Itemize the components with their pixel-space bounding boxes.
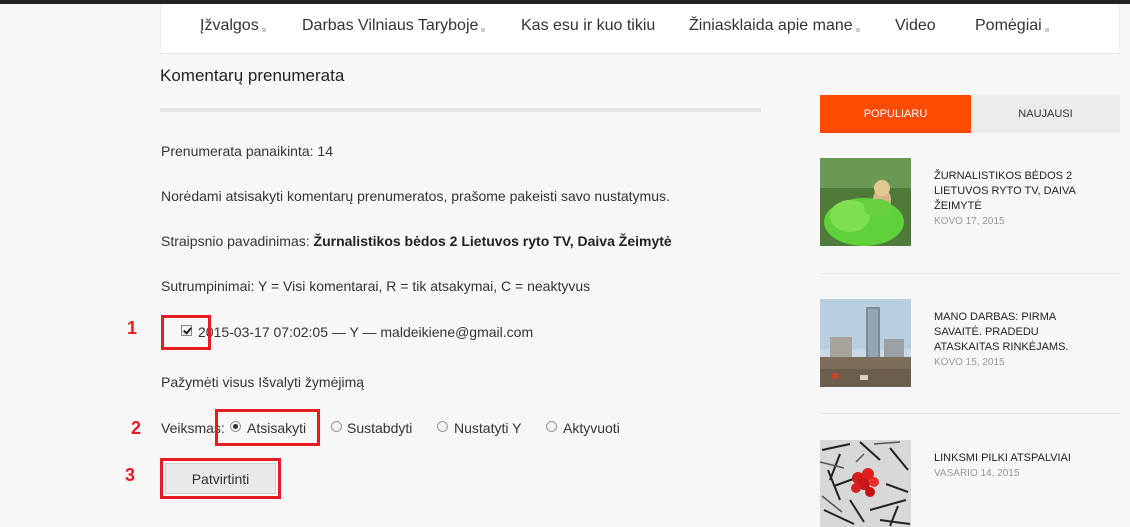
post-date: VASARIO 14, 2015 <box>934 468 1020 479</box>
nav-item-darbas-taryboje[interactable]: Darbas Vilniaus Taryboje <box>302 17 486 35</box>
page-title: Komentarų prenumerata <box>160 66 345 85</box>
sidebar-divider <box>820 413 1120 414</box>
annotation-number-2: 2 <box>131 418 142 438</box>
post-title[interactable]: MANO DARBAS: PIRMA SAVAITĖ. PRADEDU ATAS… <box>934 310 1084 355</box>
tab-populiaru[interactable]: POPULIARU <box>820 95 971 133</box>
post-title[interactable]: LINKSMI PILKI ATSPALVIAI <box>934 451 1084 466</box>
action-label-atsisakyti: Atsisakyti <box>247 420 307 436</box>
submenu-indicator-icon <box>1044 28 1049 32</box>
title-divider <box>160 108 761 112</box>
nav-item-kas-esu[interactable]: Kas esu ir kuo tikiu <box>521 17 655 35</box>
annotation-number-3: 3 <box>125 465 136 485</box>
subscription-checkbox[interactable] <box>181 325 192 336</box>
article-name-label: Straipsnio pavadinimas: <box>161 233 310 249</box>
nav-item-label: Žiniasklaida apie mane <box>689 17 853 34</box>
abbreviations-text: Sutrumpinimai: Y = Visi komentarai, R = … <box>161 278 591 294</box>
nav-item-label: Darbas Vilniaus Taryboje <box>302 17 479 34</box>
action-label: Veiksmas: <box>161 420 225 436</box>
sidebar-post[interactable]: MANO DARBAS: PIRMA SAVAITĖ. PRADEDU ATAS… <box>820 299 1120 387</box>
sidebar-post[interactable]: ŽURNALISTIKOS BĖDOS 2 LIETUVOS RYTO TV, … <box>820 158 1120 246</box>
select-all-link[interactable]: Pažymėti visus <box>161 374 254 390</box>
nav-item-label: Kas esu ir kuo tikiu <box>521 17 656 34</box>
sidebar-post[interactable]: LINKSMI PILKI ATSPALVIAI VASARIO 14, 201… <box>820 440 1120 527</box>
post-date: KOVO 15, 2015 <box>934 357 1005 368</box>
post-thumbnail[interactable] <box>820 440 911 527</box>
annotation-number-1: 1 <box>127 318 138 338</box>
action-label-sustabdyti: Sustabdyti <box>347 420 413 436</box>
action-radio-nustatyti-y[interactable] <box>437 421 448 432</box>
submenu-indicator-icon <box>481 28 486 32</box>
article-name: Žurnalistikos bėdos 2 Lietuvos ryto TV, … <box>313 233 672 249</box>
post-date: KOVO 17, 2015 <box>934 216 1005 227</box>
main-navigation: Įžvalgos Darbas Vilniaus Taryboje Kas es… <box>160 4 1120 54</box>
instruction-text: Norėdami atsisakyti komentarų prenumerat… <box>161 188 670 204</box>
sidebar-divider <box>820 273 1120 274</box>
nav-item-video[interactable]: Video <box>895 17 936 35</box>
action-label-aktyvuoti: Aktyvuoti <box>563 420 620 436</box>
nav-item-label: Pomėgiai <box>975 17 1042 34</box>
action-radio-atsisakyti[interactable] <box>230 421 241 432</box>
nav-item-label: Video <box>895 17 936 34</box>
action-label-nustatyti-y: Nustatyti Y <box>454 420 522 436</box>
nav-item-pomegiai[interactable]: Pomėgiai <box>975 17 1049 35</box>
subscription-row-text: 2015-03-17 07:02:05 — Y — maldeikiene@gm… <box>198 324 534 340</box>
submenu-indicator-icon <box>855 28 860 32</box>
post-thumbnail[interactable] <box>820 299 911 387</box>
nav-item-izvalgos[interactable]: Įžvalgos <box>200 17 266 35</box>
article-name-line: Straipsnio pavadinimas: Žurnalistikos bė… <box>161 233 672 249</box>
action-radio-sustabdyti[interactable] <box>331 421 342 432</box>
nav-item-ziniasklaida[interactable]: Žiniasklaida apie mane <box>689 17 860 35</box>
clear-selection-link[interactable]: Išvalyti žymėjimą <box>258 374 364 390</box>
action-radio-aktyvuoti[interactable] <box>546 421 557 432</box>
submenu-indicator-icon <box>261 28 266 32</box>
nav-item-label: Įžvalgos <box>200 17 259 34</box>
status-message: Prenumerata panaikinta: 14 <box>161 143 333 159</box>
selection-links: Pažymėti visus Išvalyti žymėjimą <box>161 374 364 390</box>
tab-naujausi[interactable]: NAUJAUSI <box>971 95 1120 133</box>
submit-button[interactable]: Patvirtinti <box>165 463 276 494</box>
post-thumbnail[interactable] <box>820 158 911 246</box>
post-title[interactable]: ŽURNALISTIKOS BĖDOS 2 LIETUVOS RYTO TV, … <box>934 169 1084 214</box>
